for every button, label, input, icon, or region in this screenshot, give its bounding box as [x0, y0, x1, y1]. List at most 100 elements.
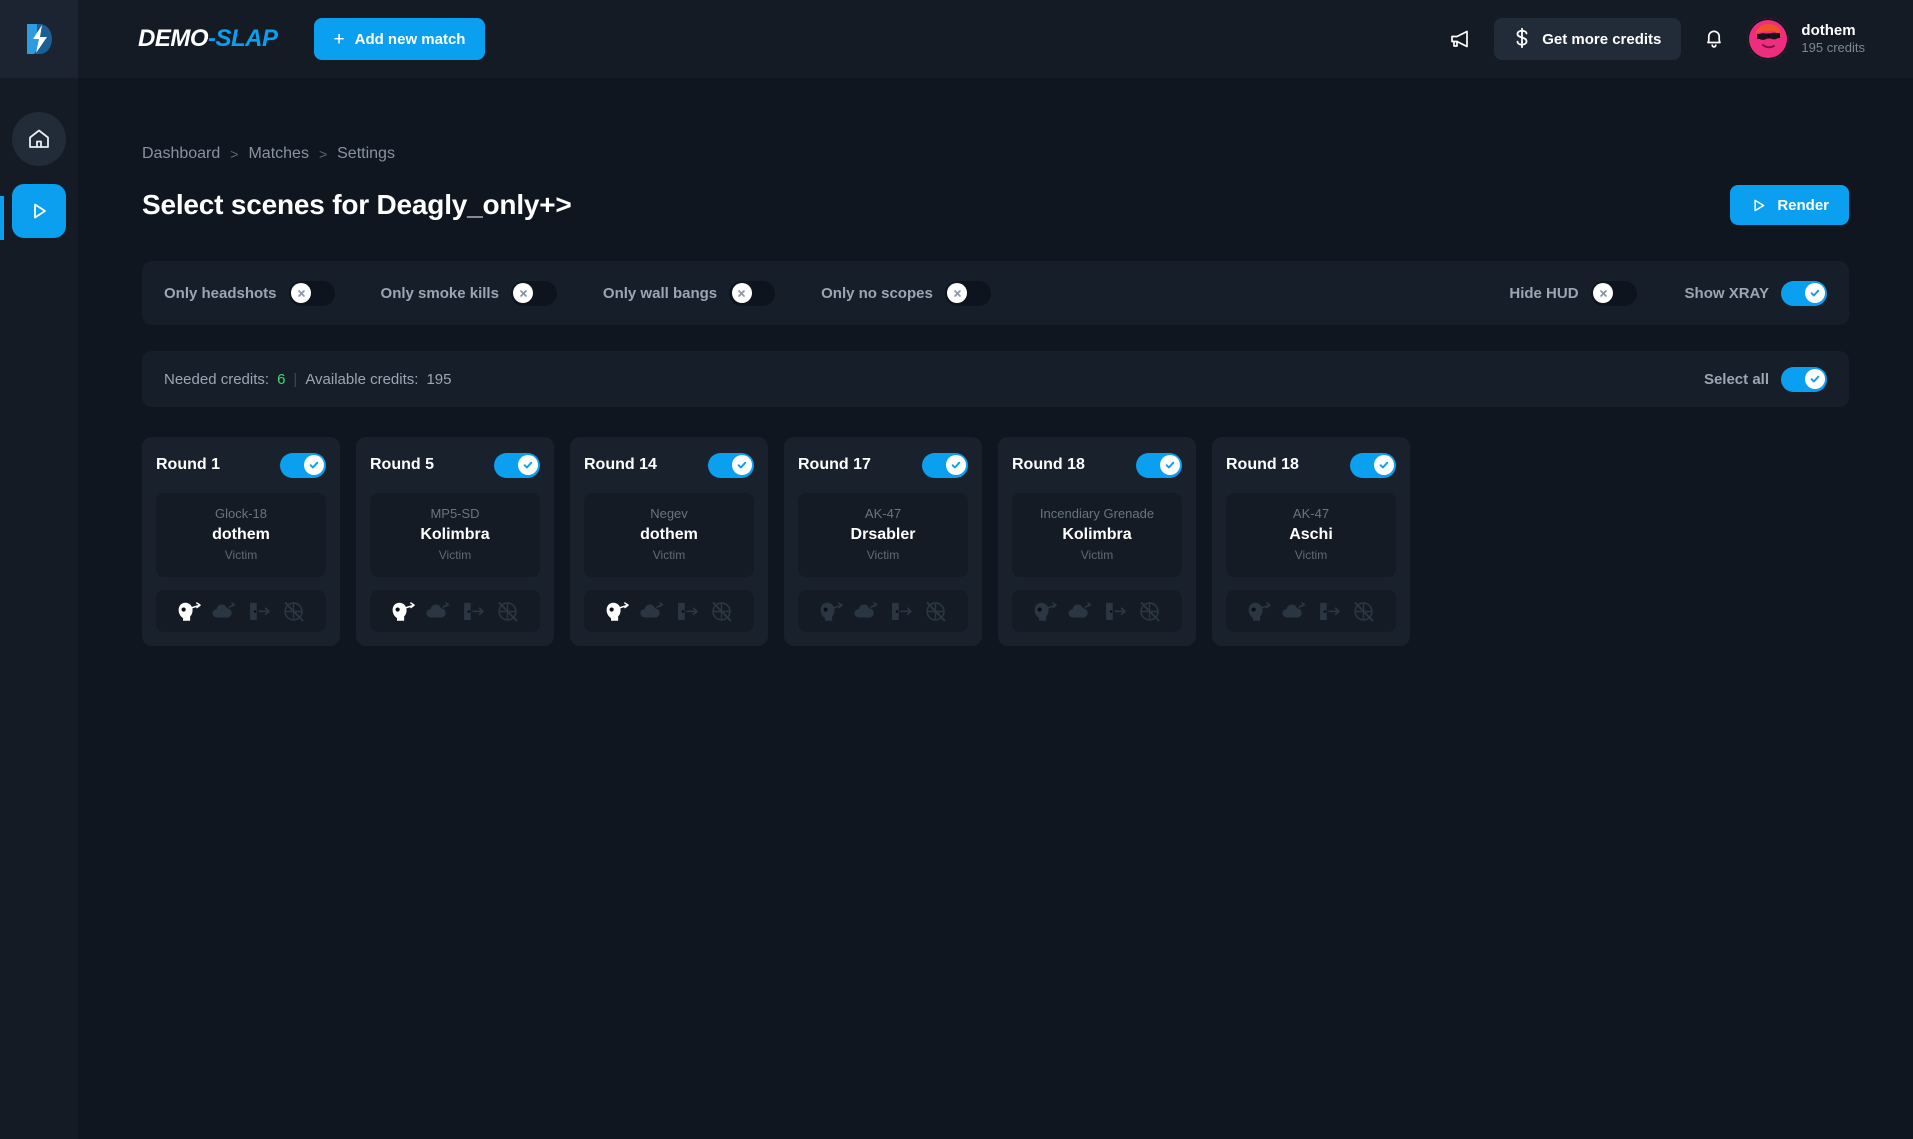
headshot-icon [1244, 598, 1274, 624]
avatar [1747, 18, 1789, 60]
scene-card[interactable]: Round 14 NegevdothemVictim [570, 437, 768, 646]
wallbang-icon [672, 598, 702, 624]
filter-toggle-only-smoke-kills[interactable] [511, 281, 557, 306]
active-rail-indicator [0, 196, 4, 240]
render-button[interactable]: Render [1730, 185, 1849, 225]
select-all-toggle[interactable]: Select all [1704, 367, 1827, 392]
smoke-icon [423, 598, 453, 624]
smoke-icon [1065, 598, 1095, 624]
filter-label: Only smoke kills [381, 285, 499, 302]
scene-killer: Aschi [1234, 525, 1388, 545]
breadcrumb-item-dashboard[interactable]: Dashboard [142, 145, 220, 163]
option-label: Show XRAY [1685, 285, 1769, 302]
filter-only-wall-bangs[interactable]: Only wall bangs [603, 281, 775, 306]
scene-card-header: Round 1 [156, 451, 326, 479]
noscope-icon [279, 598, 309, 624]
option-toggle-show-xray[interactable] [1781, 281, 1827, 306]
scene-round-label: Round 1 [156, 456, 220, 474]
breadcrumb: Dashboard > Matches > Settings [142, 145, 1913, 163]
scene-tag-icons [1012, 590, 1182, 632]
headshot-icon [1030, 598, 1060, 624]
needed-credits-label: Needed credits: [164, 371, 269, 388]
credits-divider: | [293, 371, 297, 388]
toggle-knob [946, 455, 966, 475]
check-icon [950, 459, 962, 471]
scene-kill-info: MP5-SDKolimbraVictim [370, 493, 540, 577]
get-more-credits-label: Get more credits [1542, 31, 1661, 48]
scene-weapon: Glock-18 [164, 506, 318, 522]
get-more-credits-button[interactable]: Get more credits [1494, 18, 1681, 60]
headshot-icon [602, 598, 632, 624]
check-icon [1378, 459, 1390, 471]
bolt-logo-icon [24, 22, 54, 56]
announcements-button[interactable] [1448, 27, 1472, 51]
available-credits-value: 195 [426, 371, 451, 388]
scene-card[interactable]: Round 17AK-47DrsablerVictim [784, 437, 982, 646]
check-icon [736, 459, 748, 471]
user-menu[interactable]: dothem 195 credits [1747, 18, 1865, 60]
notifications-button[interactable] [1703, 27, 1725, 51]
option-hide-hud[interactable]: Hide HUD [1509, 281, 1636, 306]
scene-card[interactable]: Round 5MP5-SDKolimbraVictim [356, 437, 554, 646]
check-icon [1809, 373, 1821, 385]
filter-toggle-only-wall-bangs[interactable] [729, 281, 775, 306]
scene-round-label: Round 14 [584, 456, 657, 474]
plus-icon: + [334, 30, 345, 49]
view-options-group: Hide HUD Show XRAY [1509, 281, 1827, 306]
breadcrumb-separator: > [230, 146, 238, 162]
noscope-icon [1135, 598, 1165, 624]
scene-kill-info: Glock-18dothemVictim [156, 493, 326, 577]
sidebar-item-renders[interactable] [12, 184, 66, 238]
noscope-icon [1349, 598, 1379, 624]
add-new-match-button[interactable]: + Add new match [314, 18, 486, 60]
check-icon [1809, 287, 1821, 299]
option-toggle-hide-hud[interactable] [1591, 281, 1637, 306]
app-logo[interactable] [0, 0, 78, 78]
scene-select-toggle[interactable] [1350, 453, 1396, 478]
scene-select-toggle[interactable] [922, 453, 968, 478]
breadcrumb-item-matches[interactable]: Matches [248, 145, 308, 163]
scene-select-toggle[interactable] [494, 453, 540, 478]
smoke-icon [851, 598, 881, 624]
wallbang-icon [886, 598, 916, 624]
render-button-label: Render [1777, 197, 1829, 214]
toggle-knob [304, 455, 324, 475]
avatar-illustration-icon [1747, 18, 1789, 60]
scene-card[interactable]: Round 1 Glock-18dothemVictim [142, 437, 340, 646]
filter-only-smoke-kills[interactable]: Only smoke kills [381, 281, 557, 306]
scene-victim: Victim [1020, 548, 1174, 563]
noscope-icon [493, 598, 523, 624]
wallbang-icon [458, 598, 488, 624]
filter-toggle-only-no-scopes[interactable] [945, 281, 991, 306]
page-header: Select scenes for Deagly_only+> Render [142, 185, 1849, 225]
scene-weapon: Negev [592, 506, 746, 522]
scene-kill-info: NegevdothemVictim [584, 493, 754, 577]
credits-bar: Needed credits: 6 | Available credits: 1… [142, 351, 1849, 407]
smoke-icon [1279, 598, 1309, 624]
scene-card[interactable]: Round 18AK-47AschiVictim [1212, 437, 1410, 646]
select-all-switch[interactable] [1781, 367, 1827, 392]
page-title: Select scenes for Deagly_only+> [142, 189, 572, 221]
scene-tag-icons [584, 590, 754, 632]
scene-card-header: Round 17 [798, 451, 968, 479]
dollar-icon [1514, 28, 1530, 50]
sidebar-item-home[interactable] [12, 112, 66, 166]
scene-card-header: Round 14 [584, 451, 754, 479]
toggle-knob [291, 283, 311, 303]
toggle-knob [513, 283, 533, 303]
scene-killer: Drsabler [806, 525, 960, 545]
scene-weapon: AK-47 [806, 506, 960, 522]
scene-card[interactable]: Round 18Incendiary GrenadeKolimbraVictim [998, 437, 1196, 646]
scene-select-toggle[interactable] [1136, 453, 1182, 478]
filter-toggle-only-headshots[interactable] [289, 281, 335, 306]
scene-select-toggle[interactable] [708, 453, 754, 478]
filter-group: Only headshots Only smoke kills Only wall … [164, 281, 991, 306]
scene-select-toggle[interactable] [280, 453, 326, 478]
filter-only-no-scopes[interactable]: Only no scopes [821, 281, 991, 306]
breadcrumb-item-settings[interactable]: Settings [337, 145, 395, 163]
check-icon [308, 459, 320, 471]
select-all-label: Select all [1704, 371, 1769, 388]
main-content: Dashboard > Matches > Settings Select sc… [78, 78, 1913, 1139]
filter-only-headshots[interactable]: Only headshots [164, 281, 335, 306]
option-show-xray[interactable]: Show XRAY [1685, 281, 1827, 306]
